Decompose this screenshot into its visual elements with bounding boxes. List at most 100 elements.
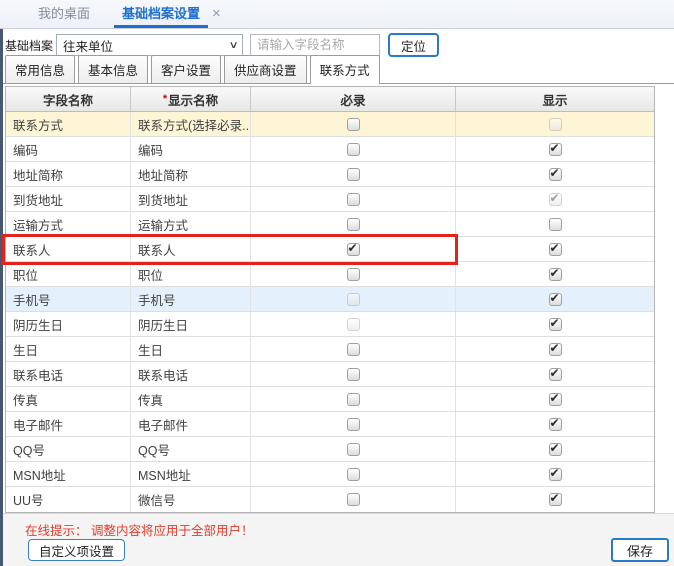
show-cell [456,462,654,486]
required-checkbox[interactable] [346,192,360,206]
show-checkbox[interactable] [548,416,562,431]
subtab-4[interactable]: 联系方式 [309,55,380,84]
show-cell [456,362,654,386]
show-checkbox[interactable] [548,191,562,206]
show-checkbox[interactable] [548,466,562,481]
locate-button[interactable]: 定位 [388,33,440,57]
archive-type-select[interactable]: 往来单位 ∨ [56,34,244,56]
online-tip-text: 在线提示： 调整内容将应用于全部用户！ [25,524,254,538]
required-cell [251,362,456,386]
show-checkbox[interactable] [548,241,562,256]
table-row[interactable]: 阴历生日 阴历生日 [6,312,654,337]
show-checkbox[interactable] [548,117,562,131]
show-checkbox[interactable] [548,491,562,506]
table-row[interactable]: 联系电话 联系电话 [6,362,654,387]
display-name-cell: 地址简称 [131,162,251,186]
show-checkbox[interactable] [548,341,562,356]
window-left-edge [0,29,3,566]
display-name-cell: 联系方式(选择必录... [131,112,251,136]
show-checkbox[interactable] [548,441,562,456]
field-name-cell: 电子邮件 [6,412,131,436]
display-name-cell: 电子邮件 [131,412,251,436]
show-cell [456,262,654,286]
table-row[interactable]: 地址简称 地址简称 [6,162,654,187]
table-row[interactable]: 职位 职位 [6,262,654,287]
table-header: 字段名称 * 显示名称 必录 显示 [6,87,654,112]
subtab-2[interactable]: 客户设置 [151,55,222,83]
show-checkbox[interactable] [548,166,562,181]
show-checkbox[interactable] [548,141,562,156]
show-checkbox[interactable] [548,217,562,231]
required-checkbox[interactable] [346,392,360,406]
show-checkbox[interactable] [548,391,562,406]
table-row[interactable]: MSN地址 MSN地址 [6,462,654,487]
required-cell [251,387,456,411]
table-body: 联系方式联系方式(选择必录...编码编码地址简称地址简称到货地址到货地址运输方式… [6,112,654,512]
required-cell [251,412,456,436]
table-row[interactable]: 生日 生日 [6,337,654,362]
table-row[interactable]: 传真 传真 [6,387,654,412]
required-checkbox[interactable] [346,217,360,231]
subtab-1[interactable]: 基本信息 [78,55,149,83]
required-checkbox[interactable] [346,142,360,156]
table-row[interactable]: 运输方式 运输方式 [6,212,654,237]
show-cell [456,212,654,236]
required-checkbox[interactable] [346,367,360,381]
display-name-cell: QQ号 [131,437,251,461]
field-name-cell: 职位 [6,262,131,286]
show-checkbox[interactable] [548,316,562,331]
required-checkbox[interactable] [346,417,360,431]
display-name-cell: MSN地址 [131,462,251,486]
subtab-0[interactable]: 常用信息 [5,55,76,83]
field-name-cell: 运输方式 [6,212,131,236]
custom-settings-button[interactable]: 自定义项设置 [28,539,126,561]
required-cell [251,262,456,286]
table-row[interactable]: 电子邮件 电子邮件 [6,412,654,437]
field-name-search-input[interactable] [250,34,381,56]
required-checkbox[interactable] [346,317,360,331]
window-tab-bar: 我的桌面 基础档案设置 × [0,0,674,29]
required-checkbox[interactable] [346,241,360,256]
required-cell [251,462,456,486]
required-checkbox[interactable] [346,167,360,181]
field-name-cell: 生日 [6,337,131,361]
archive-type-select-value: 往来单位 [63,39,114,54]
save-button[interactable]: 保存 [611,538,669,562]
table-row[interactable]: 编码 编码 [6,137,654,162]
required-checkbox[interactable] [346,292,360,306]
required-checkbox[interactable] [346,342,360,356]
required-cell [251,162,456,186]
field-name-cell: 联系人 [6,237,131,261]
table-row[interactable]: 联系方式 联系方式(选择必录... [6,112,654,137]
tab-my-desktop[interactable]: 我的桌面 [28,1,100,28]
tab-basic-archive-settings[interactable]: 基础档案设置 [114,1,209,28]
required-checkbox[interactable] [346,467,360,481]
display-name-cell: 职位 [131,262,251,286]
required-checkbox[interactable] [346,117,360,131]
field-name-cell: 到货地址 [6,187,131,211]
show-checkbox[interactable] [548,366,562,381]
table-row[interactable]: 手机号 手机号 [6,287,654,312]
toolbar: 基础档案 往来单位 ∨ 定位 [5,33,440,57]
table-row[interactable]: UU号 微信号 [6,487,654,512]
required-asterisk: * [162,93,168,105]
table-row[interactable]: QQ号 QQ号 [6,437,654,462]
header-field-name: 字段名称 [6,87,131,111]
required-checkbox[interactable] [346,442,360,456]
show-cell [456,112,654,136]
show-checkbox[interactable] [548,291,562,306]
required-checkbox[interactable] [346,493,360,506]
subtab-3[interactable]: 供应商设置 [224,55,307,83]
table-row[interactable]: 联系人 联系人 [6,237,654,262]
show-cell [456,187,654,211]
footer-bar: 在线提示： 调整内容将应用于全部用户！ 自定义项设置 保存 [3,513,674,566]
required-cell [251,112,456,136]
header-display-name: * 显示名称 [131,87,251,111]
required-checkbox[interactable] [346,267,360,281]
show-checkbox[interactable] [548,266,562,281]
table-row[interactable]: 到货地址 到货地址 [6,187,654,212]
close-tab-icon[interactable]: × [208,6,227,28]
required-cell [251,337,456,361]
display-name-cell: 运输方式 [131,212,251,236]
show-cell [456,437,654,461]
